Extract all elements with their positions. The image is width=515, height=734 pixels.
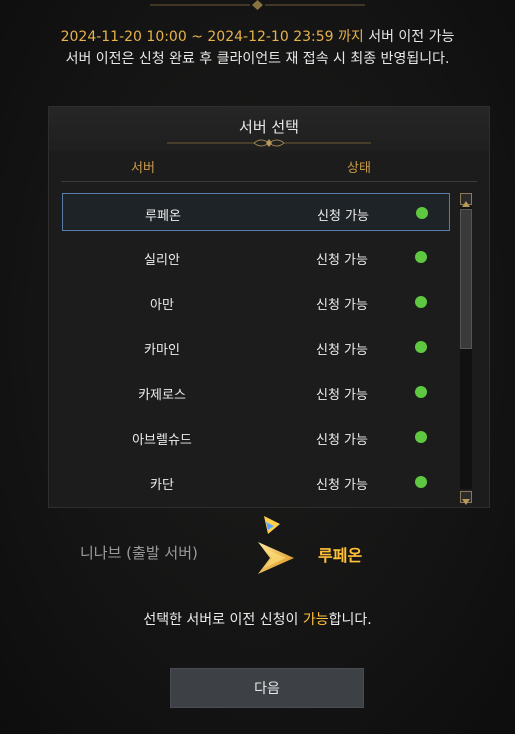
top-ornament bbox=[150, 0, 365, 10]
server-row[interactable]: 카마인 신청 가능 bbox=[62, 328, 450, 366]
available-status-icon bbox=[415, 341, 427, 353]
server-name: 아만 bbox=[150, 298, 174, 313]
server-status: 신청 가능 bbox=[316, 433, 368, 448]
server-status: 신청 가능 bbox=[316, 343, 368, 358]
available-status-icon bbox=[415, 386, 427, 398]
server-row[interactable]: 카단 신청 가능 bbox=[62, 463, 450, 501]
available-status-icon bbox=[415, 431, 427, 443]
server-row[interactable]: 아만 신청 가능 bbox=[62, 283, 450, 321]
server-status: 신청 가능 bbox=[316, 478, 368, 493]
server-name: 아브렐슈드 bbox=[132, 433, 192, 448]
scroll-thumb[interactable] bbox=[460, 209, 472, 349]
available-status-icon bbox=[415, 251, 427, 263]
server-row[interactable]: 카제로스 신청 가능 bbox=[62, 373, 450, 411]
available-status-icon bbox=[415, 476, 427, 488]
available-status-icon bbox=[415, 296, 427, 308]
column-server: 서버 bbox=[131, 161, 155, 176]
scroll-up-button[interactable] bbox=[460, 193, 472, 207]
server-list-scrollbar[interactable] bbox=[459, 193, 475, 505]
transfer-arrow-icon bbox=[258, 516, 294, 574]
server-select-panel: 서버 선택 서버 상태 루페온 신청 가능 실리안 신청 가능 아만 신청 가능… bbox=[48, 106, 490, 508]
panel-header: 서버 선택 bbox=[49, 107, 489, 151]
triangle-down-icon bbox=[462, 499, 470, 505]
server-name: 루페온 bbox=[145, 209, 181, 224]
notice-period-suffix: 서버 이전 가능 bbox=[363, 29, 455, 45]
server-row[interactable]: 실리안 신청 가능 bbox=[62, 238, 450, 276]
server-name: 실리안 bbox=[144, 253, 180, 268]
available-status-icon bbox=[416, 207, 428, 219]
column-status: 상태 bbox=[347, 161, 371, 176]
server-status: 신청 가능 bbox=[317, 209, 369, 224]
notice-line2: 서버 이전은 신청 완료 후 클라이언트 재 접속 시 최종 반영됩니다. bbox=[65, 51, 450, 67]
result-prefix: 선택한 서버로 이전 신청이 bbox=[143, 612, 303, 628]
server-status: 신청 가능 bbox=[316, 388, 368, 403]
server-name: 카제로스 bbox=[138, 388, 186, 403]
server-name: 카마인 bbox=[144, 343, 180, 358]
server-list: 루페온 신청 가능 실리안 신청 가능 아만 신청 가능 카마인 신청 가능 카… bbox=[62, 193, 450, 505]
panel-title: 서버 선택 bbox=[239, 118, 299, 136]
header-ornament bbox=[167, 139, 371, 147]
transfer-result-message: 선택한 서버로 이전 신청이 가능합니다. bbox=[0, 609, 515, 629]
result-suffix: 합니다. bbox=[328, 612, 372, 628]
server-row[interactable]: 아브렐슈드 신청 가능 bbox=[62, 418, 450, 456]
server-name: 카단 bbox=[150, 478, 174, 493]
server-row[interactable]: 루페온 신청 가능 bbox=[62, 193, 450, 231]
transfer-notice: 2024-11-20 10:00 ~ 2024-12-10 23:59 까지 서… bbox=[0, 26, 515, 70]
notice-period: 2024-11-20 10:00 ~ 2024-12-10 23:59 까지 bbox=[60, 29, 364, 45]
scroll-down-button[interactable] bbox=[460, 491, 472, 505]
server-status: 신청 가능 bbox=[316, 253, 368, 268]
server-status: 신청 가능 bbox=[316, 298, 368, 313]
column-divider bbox=[61, 181, 477, 182]
destination-server: 루페온 bbox=[318, 546, 363, 565]
origin-server: 니나브 (출발 서버) bbox=[80, 544, 198, 562]
next-button[interactable]: 다음 bbox=[170, 668, 364, 708]
result-highlight: 가능 bbox=[302, 612, 329, 628]
